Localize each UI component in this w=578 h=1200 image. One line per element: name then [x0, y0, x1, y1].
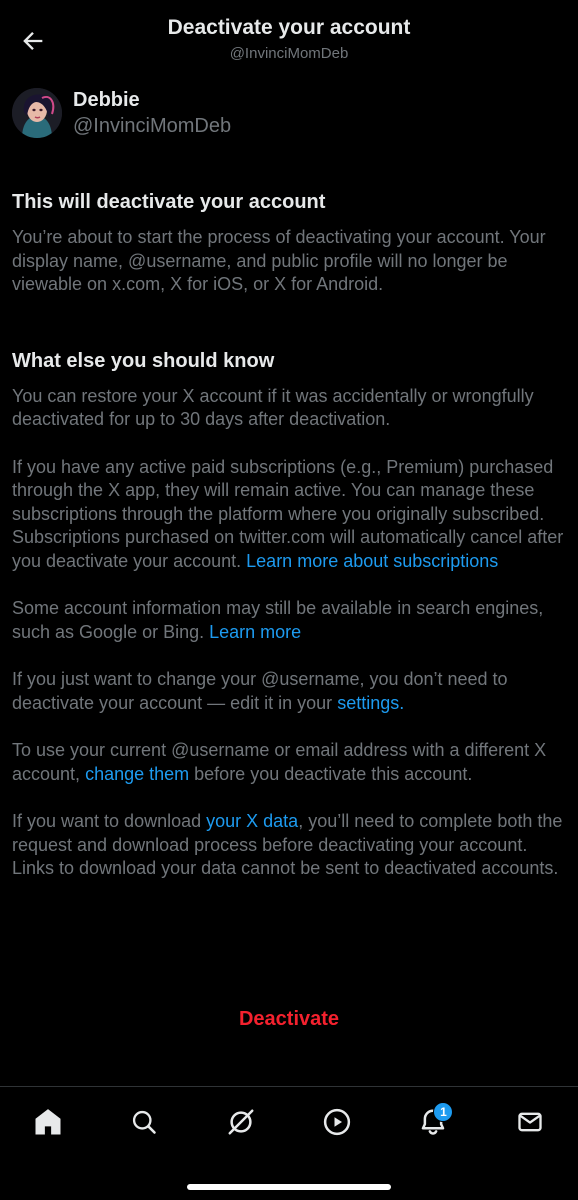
change-email-text-end: before you deactivate this account. — [194, 763, 473, 784]
avatar[interactable] — [12, 88, 62, 138]
nav-search[interactable] — [114, 1092, 174, 1152]
your-x-data-link[interactable]: your X data — [206, 811, 298, 831]
profile-handle: @InvinciMomDeb — [73, 115, 232, 137]
change-email-paragraph: To use your current @username or email a… — [12, 739, 566, 786]
page-title: Deactivate your account — [167, 16, 411, 39]
section-title-know: What else you should know — [12, 349, 275, 372]
learn-more-link[interactable]: Learn more — [209, 622, 301, 642]
learn-more-subscriptions-link[interactable]: Learn more about subscriptions — [246, 551, 498, 571]
change-them-link[interactable]: change them — [85, 764, 189, 784]
grok-icon — [228, 1109, 254, 1135]
restore-paragraph: You can restore your X account if it was… — [12, 385, 534, 430]
deactivate-button[interactable]: Deactivate — [0, 1008, 578, 1031]
search-engines-paragraph: Some account information may still be av… — [12, 597, 566, 644]
video-icon — [324, 1108, 351, 1136]
page-subtitle: @InvinciMomDeb — [229, 45, 349, 62]
section-title-deactivate: This will deactivate your account — [12, 191, 326, 213]
home-indicator[interactable] — [187, 1184, 391, 1190]
bottom-nav: 1 — [0, 1087, 578, 1157]
avatar-illustration — [12, 88, 62, 138]
notifications-badge: 1 — [433, 1102, 454, 1122]
username-text: If you just want to change your @usernam… — [12, 669, 508, 713]
nav-notifications[interactable]: 1 — [403, 1092, 463, 1152]
nav-grok[interactable] — [211, 1092, 271, 1152]
deactivate-description: You’re about to start the process of dea… — [12, 227, 546, 294]
account-summary: Debbie @InvinciMomDeb — [12, 88, 231, 140]
subscriptions-paragraph: If you have any active paid subscription… — [12, 456, 566, 574]
deactivate-account-screen: Deactivate your account @InvinciMomDeb D… — [0, 0, 578, 1200]
home-icon — [35, 1109, 61, 1135]
settings-link-period: . — [399, 692, 405, 713]
settings-link[interactable]: settings — [337, 693, 399, 713]
profile-name: Debbie — [73, 89, 140, 111]
download-data-text: If you want to download — [12, 811, 202, 831]
download-data-paragraph: If you want to download your X data, you… — [12, 810, 566, 881]
top-bar: Deactivate your account @InvinciMomDeb — [0, 0, 578, 80]
username-paragraph: If you just want to change your @usernam… — [12, 668, 566, 715]
nav-home[interactable] — [18, 1092, 78, 1152]
search-icon — [133, 1110, 157, 1134]
nav-video[interactable] — [307, 1092, 367, 1152]
messages-icon — [518, 1112, 542, 1132]
deactivation-info: This will deactivate your account You’re… — [12, 188, 566, 881]
nav-messages[interactable] — [500, 1092, 560, 1152]
